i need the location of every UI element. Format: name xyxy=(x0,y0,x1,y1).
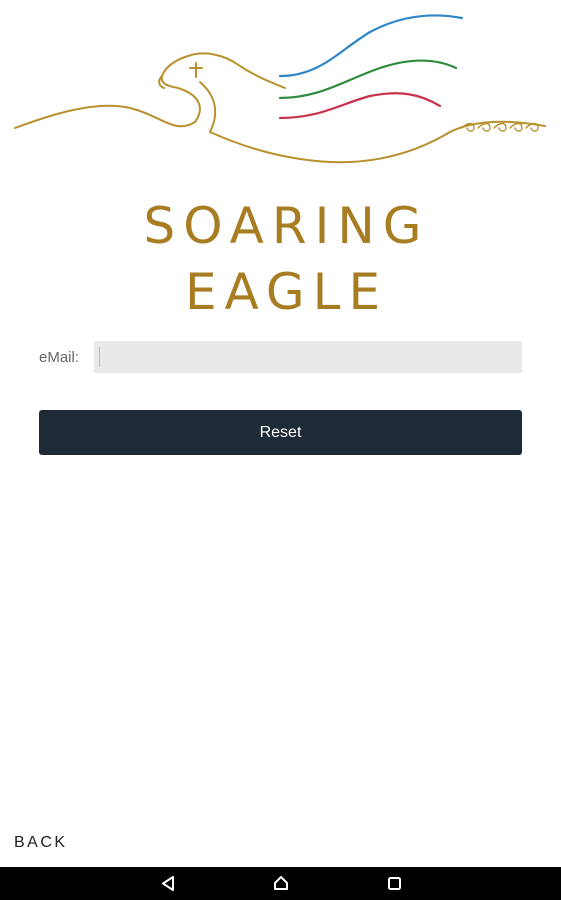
wing-stroke-blue xyxy=(278,14,464,78)
email-field[interactable] xyxy=(94,341,522,373)
email-label: eMail: xyxy=(39,349,80,366)
system-navigation-bar xyxy=(0,867,561,900)
eagle-cross-icon xyxy=(189,62,203,78)
eagle-head xyxy=(160,52,286,123)
recents-icon[interactable] xyxy=(375,867,415,900)
wing-stroke-red xyxy=(278,92,442,120)
reset-button[interactable]: Reset xyxy=(39,410,522,455)
back-triangle-icon[interactable] xyxy=(148,867,188,900)
reset-password-screen: SOARING EAGLE eMail: Reset BACK xyxy=(0,0,561,900)
wing-stroke-green xyxy=(278,59,458,100)
logo-signature-script xyxy=(461,122,539,132)
back-button[interactable]: BACK xyxy=(14,832,68,854)
brand-title-line-2: EAGLE xyxy=(184,263,389,321)
soaring-eagle-logo xyxy=(14,14,546,164)
brand-title-line-1: SOARING xyxy=(143,197,430,255)
home-icon[interactable] xyxy=(261,867,301,900)
eagle-wing-left xyxy=(14,104,196,129)
text-cursor xyxy=(99,347,100,367)
eagle-neck xyxy=(199,81,217,133)
